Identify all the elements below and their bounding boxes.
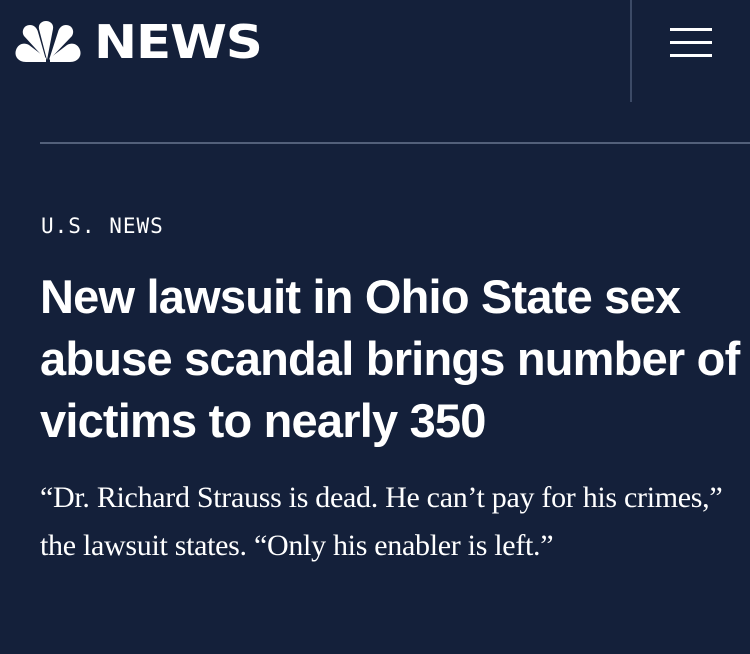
section-label[interactable]: U.S. NEWS [41,214,164,238]
hamburger-menu-icon [670,41,712,44]
header-rule [40,142,750,144]
hamburger-menu-icon [670,28,712,31]
nbc-peacock-icon [15,21,81,62]
nbc-news-logo[interactable]: NEWS [14,19,263,65]
article-headline[interactable]: New lawsuit in Ohio State sex abuse scan… [40,266,740,452]
header-divider [630,0,632,102]
brand-name: NEWS [94,15,263,69]
hamburger-menu-icon [670,54,712,57]
menu-button[interactable] [670,26,712,60]
article-dek: “Dr. Richard Strauss is dead. He can’t p… [40,481,723,562]
site-header: NEWS [0,0,750,102]
